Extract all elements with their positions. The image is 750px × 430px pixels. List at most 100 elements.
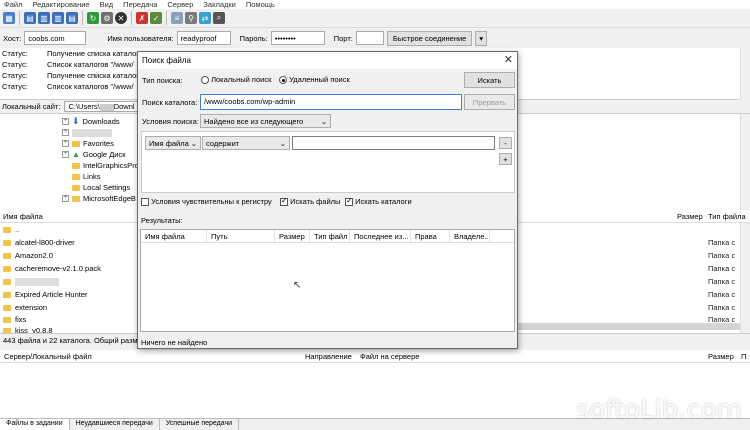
refresh-icon[interactable]: ↻ [87, 12, 99, 24]
list-item[interactable]: Amazon2.0 [3, 250, 53, 261]
results-col-size[interactable]: Размер [275, 230, 310, 242]
close-icon[interactable]: ✕ [504, 54, 513, 66]
add-condition-button[interactable]: + [499, 153, 512, 165]
results-col-type[interactable]: Тип файл [310, 230, 350, 242]
quickconnect-button[interactable]: Быстрое соединение [386, 30, 473, 46]
file-name: fixs [15, 315, 27, 324]
case-sensitive-checkbox[interactable]: Условия чувствительны к регистру [141, 197, 272, 207]
filter-field-select[interactable]: Имя файла ⌄ [145, 136, 201, 150]
list-item[interactable]: alcatel-l800-driver [3, 237, 75, 248]
results-col-modified[interactable]: Последнее из... [350, 230, 411, 242]
list-item[interactable]: extension [3, 302, 47, 313]
find-files-checkbox[interactable]: Искать файлы [280, 196, 340, 207]
queue-col-size[interactable]: Размер [708, 350, 734, 363]
reconnect-icon[interactable]: ✓ [150, 12, 162, 24]
find-dirs-checkbox[interactable]: Искать каталоги [345, 196, 412, 207]
tree-item-google-drive[interactable]: + ▲ Google Диск [62, 149, 126, 160]
tree-item-blurred[interactable]: + [62, 127, 115, 138]
folder-icon [3, 265, 11, 272]
local-site-path[interactable]: C:\Users\ Downl [64, 101, 145, 112]
horizontal-scrollbar[interactable] [515, 323, 740, 330]
tree-scrollbar[interactable] [740, 114, 750, 210]
process-queue-icon[interactable]: ⚙ [101, 12, 113, 24]
file-type: Папка с [708, 277, 736, 286]
column-size[interactable]: Размер [677, 212, 703, 221]
remove-condition-button[interactable]: - [499, 137, 512, 149]
radio-remote-search[interactable]: Удаленный поиск [279, 75, 350, 85]
file-name: Expired Article Hunter [15, 290, 88, 299]
cancel-icon[interactable]: ✕ [115, 12, 127, 24]
menu-server[interactable]: Сервер [167, 0, 193, 9]
results-col-owner[interactable]: Владеле... [450, 230, 490, 242]
list-item[interactable]: fixs [3, 314, 26, 325]
filter-icon[interactable]: ⚲ [185, 12, 197, 24]
expand-icon[interactable]: + [62, 118, 69, 125]
toolbar-separator [166, 11, 167, 25]
host-input[interactable]: coobs.com [24, 31, 87, 45]
conditions-label: Условия поиска: [142, 117, 199, 126]
list-item[interactable]: .. [3, 224, 19, 235]
column-type[interactable]: Тип файла [708, 212, 746, 221]
file-list-scrollbar[interactable] [740, 223, 750, 333]
port-input[interactable] [355, 31, 384, 45]
list-item[interactable]: cacheremove-v2.1.0.pack [3, 263, 101, 274]
toggle-log-icon[interactable]: ▤ [24, 12, 36, 24]
search-button[interactable]: Искать [464, 72, 515, 88]
list-item[interactable]: Expired Article Hunter [3, 289, 88, 300]
menu-help[interactable]: Помощь [246, 0, 275, 9]
tree-item-links[interactable]: Links [72, 171, 101, 182]
filter-value-input[interactable] [292, 136, 495, 150]
filter-op-value: содержит [206, 139, 240, 148]
queue-col-local[interactable]: Сервер/Локальный файл [4, 350, 92, 363]
log-value: Список каталогов "/www/ [47, 60, 134, 69]
menu-bookmarks[interactable]: Закладки [203, 0, 235, 9]
folder-icon [3, 226, 11, 233]
queue-col-priority[interactable]: П [741, 350, 746, 363]
menu-file[interactable]: Файл [4, 0, 22, 9]
filter-field-value: Имя файла [149, 139, 189, 148]
menu-edit[interactable]: Редактирование [32, 0, 89, 9]
toggle-remote-tree-icon[interactable]: ▥ [52, 12, 64, 24]
tab-failed[interactable]: Неудавшиеся передачи [70, 419, 160, 430]
tree-item-microsoftedge[interactable]: + MicrosoftEdgeB [62, 193, 136, 204]
search-dir-input[interactable]: /www/coobs.com/wp-admin [200, 94, 462, 110]
conditions-select[interactable]: Найдено все из следующего ⌄ [200, 114, 331, 128]
toggle-local-tree-icon[interactable]: ▥ [38, 12, 50, 24]
username-input[interactable]: readyproof [176, 31, 231, 45]
folder-icon [3, 316, 11, 323]
disconnect-icon[interactable]: ✗ [136, 12, 148, 24]
password-input[interactable]: •••••••• [270, 31, 325, 45]
expand-icon[interactable]: + [62, 195, 69, 202]
radio-icon [201, 76, 209, 85]
expand-icon[interactable]: + [62, 151, 69, 158]
results-col-path[interactable]: Путь [207, 230, 275, 242]
filter-op-select[interactable]: содержит ⌄ [202, 136, 290, 150]
dialog-title: Поиск файла [138, 52, 517, 69]
sync-browsing-icon[interactable]: ⇄ [199, 12, 211, 24]
queue-col-direction[interactable]: Направление [305, 350, 352, 363]
menu-transfer[interactable]: Передача [123, 0, 157, 9]
radio-local-search[interactable]: Локальный поиск [201, 75, 271, 85]
stop-button[interactable]: Прервать [464, 94, 515, 110]
toggle-queue-icon[interactable]: ▤ [66, 12, 78, 24]
queue-col-remote[interactable]: Файл на сервере [360, 350, 419, 363]
tree-item-favorites[interactable]: + Favorites [62, 138, 114, 149]
tree-item-local-settings[interactable]: Local Settings [72, 182, 130, 193]
tab-successful[interactable]: Успешные передачи [160, 419, 240, 430]
menu-view[interactable]: Вид [100, 0, 114, 9]
tree-item-downloads[interactable]: + ⬇ Downloads [62, 116, 120, 127]
expand-icon[interactable]: + [62, 140, 69, 147]
tab-queued[interactable]: Файлы в задании [0, 419, 70, 430]
find-files-icon[interactable]: ⌕ [213, 12, 225, 24]
chevron-down-icon[interactable]: ▾ [475, 30, 488, 46]
column-filename[interactable]: Имя файла [3, 212, 43, 221]
tree-item-intelgraphics[interactable]: IntelGraphicsPro [72, 160, 139, 171]
results-col-permissions[interactable]: Права [411, 230, 450, 242]
tree-item-label: IntelGraphicsPro [83, 161, 139, 170]
list-item[interactable] [3, 276, 63, 287]
log-scrollbar[interactable] [740, 48, 750, 100]
directory-compare-icon[interactable]: ≡ [171, 12, 183, 24]
site-manager-icon[interactable]: ▦ [3, 12, 15, 24]
results-col-name[interactable]: Имя файла [141, 230, 207, 242]
expand-icon[interactable]: + [62, 129, 69, 136]
